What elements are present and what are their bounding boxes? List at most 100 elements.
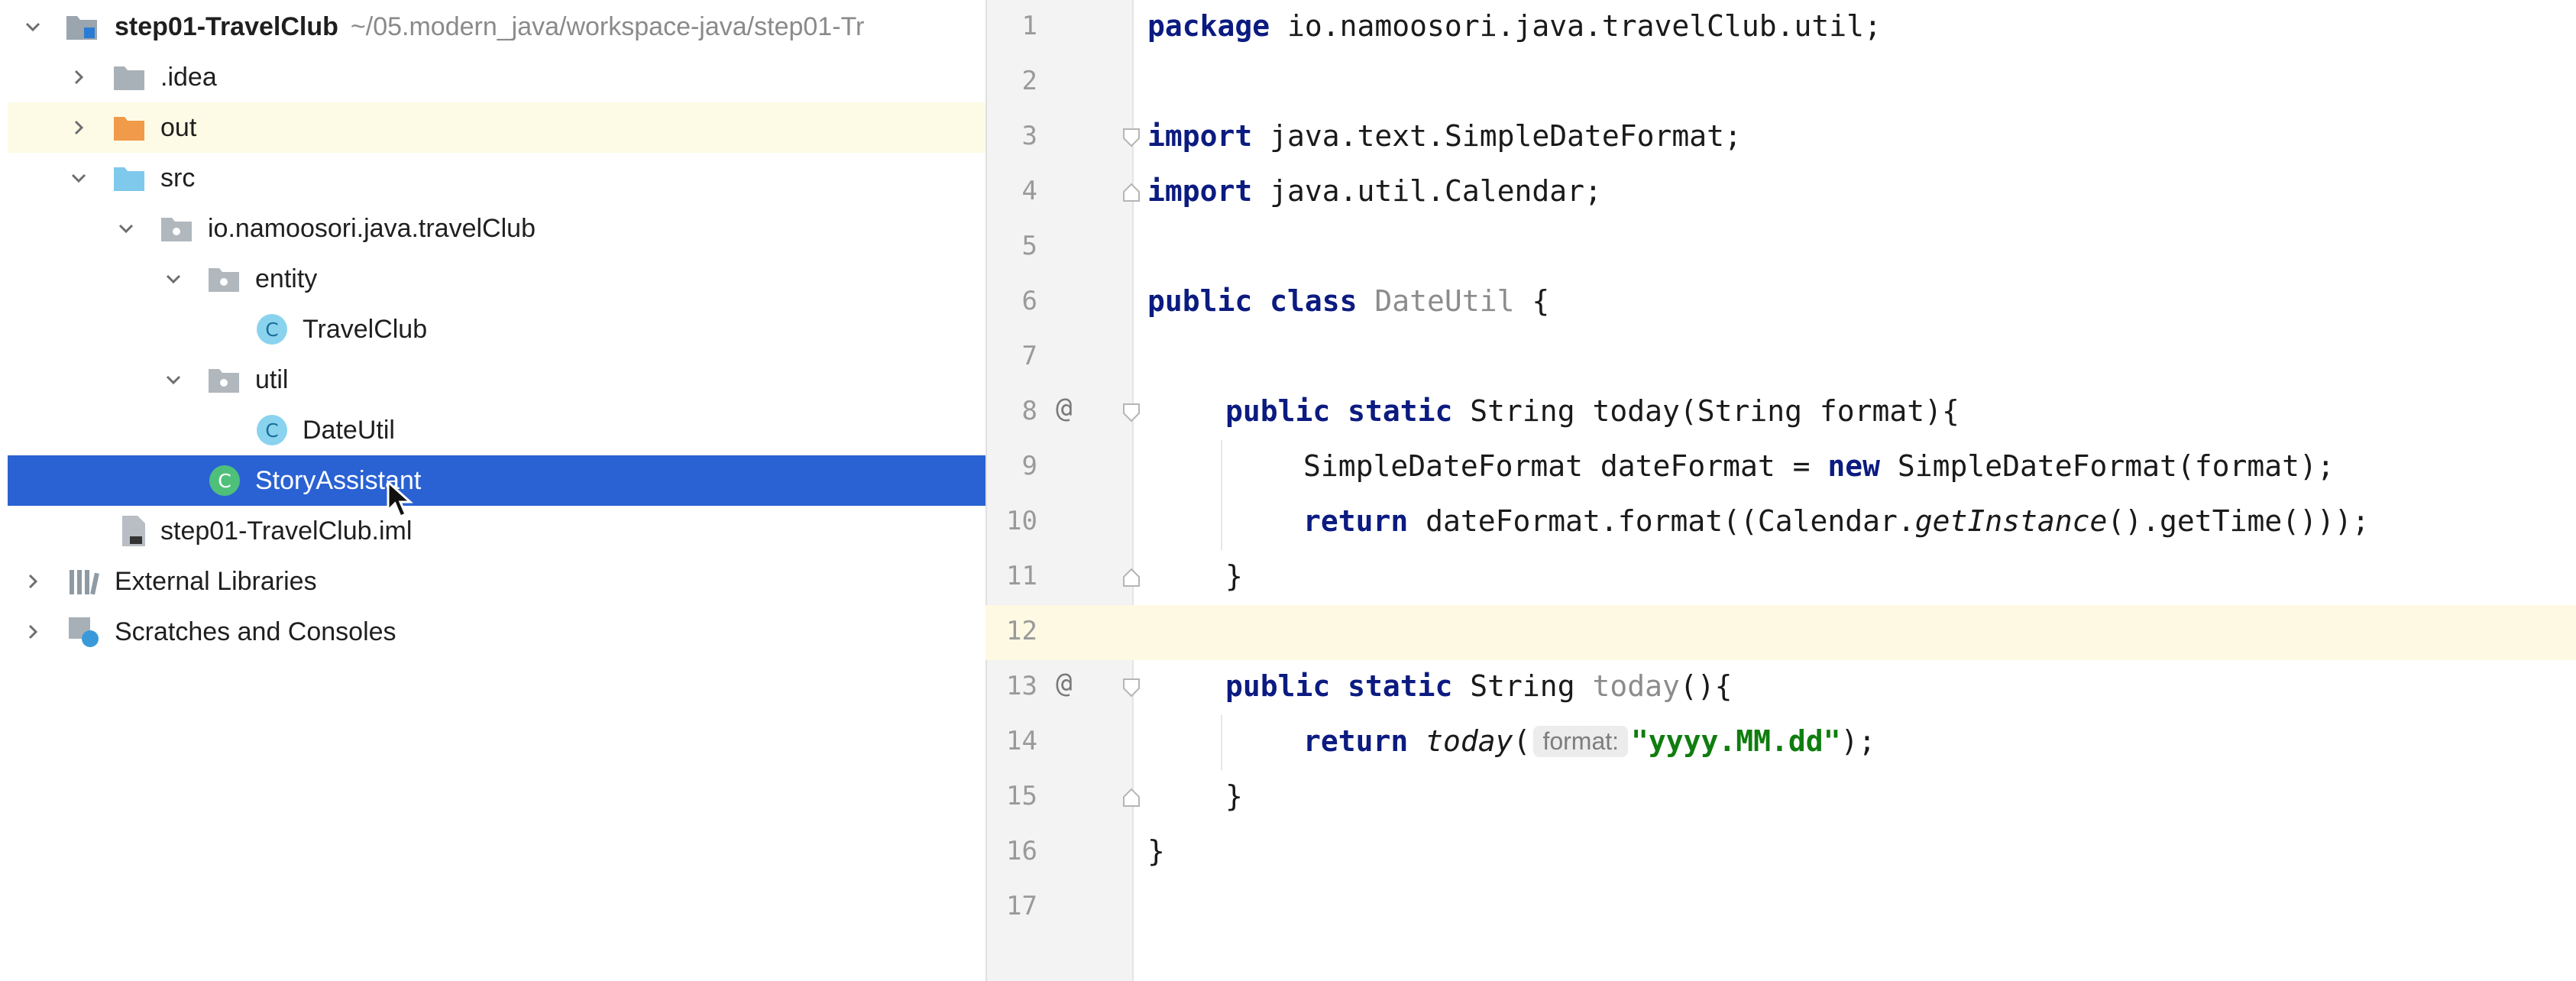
code-line-13[interactable]: 13 @ public static String today(){ (985, 660, 2576, 715)
line-number: 15 (1006, 781, 1037, 811)
fold-start-icon[interactable] (1121, 127, 1141, 148)
library-icon (66, 564, 101, 599)
package-icon (206, 261, 241, 296)
code-line-8[interactable]: 8 @ public static String today(String fo… (985, 385, 2576, 440)
code-text: import java.util.Calendar; (1147, 174, 1602, 208)
line-number: 6 (1021, 286, 1037, 316)
scratches-icon (66, 614, 101, 649)
tree-item-label: util (255, 364, 289, 394)
fold-start-icon[interactable] (1121, 402, 1141, 423)
tree-item-dateutil[interactable]: C DateUtil (8, 405, 985, 455)
line-number: 12 (1006, 616, 1037, 646)
line-number: 8 (1021, 396, 1037, 426)
tree-item-label: step01-TravelClub ~/05.modern_java/worksp… (115, 11, 865, 41)
java-class-icon: C (257, 415, 287, 445)
parameter-hint: format: (1533, 726, 1629, 757)
chevron-down-icon[interactable] (101, 203, 151, 254)
line-number: 7 (1021, 341, 1037, 371)
project-tree: step01-TravelClub ~/05.modern_java/worksp… (0, 0, 985, 981)
chevron-right-icon[interactable] (53, 52, 104, 102)
code-text: public static String today(){ (1225, 669, 1733, 703)
tree-item-storyassistant[interactable]: C StoryAssistant (8, 455, 985, 506)
code-line-9[interactable]: 9 SimpleDateFormat dateFormat = new Simp… (985, 440, 2576, 495)
code-text: return today(format: "yyyy.MM.dd"); (1303, 724, 1876, 758)
tree-item-idea[interactable]: .idea (8, 52, 985, 102)
tree-item-label: io.namoosori.java.travelClub (208, 213, 536, 243)
fold-end-icon[interactable] (1121, 182, 1141, 203)
tree-item-label: entity (255, 264, 318, 293)
java-class-icon: C (209, 465, 240, 496)
tree-item-out[interactable]: out (8, 102, 985, 153)
tree-item-scratches[interactable]: Scratches and Consoles (8, 607, 985, 657)
code-text: package io.namoosori.java.travelClub.uti… (1147, 9, 1882, 43)
tree-item-entity[interactable]: entity (8, 254, 985, 304)
fold-end-icon[interactable] (1121, 787, 1141, 808)
code-line-14[interactable]: 14 return today(format: "yyyy.MM.dd"); (985, 715, 2576, 770)
tree-item-label: Scratches and Consoles (115, 617, 396, 646)
tree-item-label: TravelClub (303, 314, 428, 344)
annotation-marker[interactable]: @ (1056, 668, 1073, 699)
folder-icon (112, 60, 147, 95)
line-number: 11 (1006, 561, 1037, 591)
chevron-down-icon[interactable] (8, 2, 58, 52)
source-folder-icon (112, 160, 147, 196)
tree-item-external-libraries[interactable]: External Libraries (8, 556, 985, 607)
tree-item-label: .idea (160, 62, 217, 92)
tree-item-label: out (160, 112, 197, 142)
code-line-11[interactable]: 11 } (985, 550, 2576, 605)
code-line-6[interactable]: 6 public class DateUtil { (985, 275, 2576, 330)
code-text: } (1225, 779, 1243, 813)
code-line-12[interactable]: 12 (985, 605, 2576, 660)
java-class-icon: C (257, 314, 287, 345)
tree-item-iml[interactable]: step01-TravelClub.iml (8, 506, 985, 556)
tree-item-label: src (160, 163, 196, 193)
tree-item-label: DateUtil (303, 415, 395, 445)
tree-item-travelclub[interactable]: C TravelClub (8, 304, 985, 355)
tree-item-package[interactable]: io.namoosori.java.travelClub (8, 203, 985, 254)
code-text: public static String today(String format… (1225, 394, 1960, 428)
code-text: } (1225, 559, 1243, 593)
tree-item-util[interactable]: util (8, 355, 985, 405)
code-line-15[interactable]: 15 } (985, 770, 2576, 825)
code-line-7[interactable]: 7 (985, 330, 2576, 385)
code-line-2[interactable]: 2 (985, 55, 2576, 110)
module-folder-icon (64, 9, 99, 44)
fold-end-icon[interactable] (1121, 567, 1141, 588)
line-number: 13 (1006, 671, 1037, 701)
package-icon (206, 362, 241, 397)
excluded-folder-icon (112, 110, 147, 145)
line-number: 17 (1006, 891, 1037, 921)
code-text: public class DateUtil { (1147, 284, 1550, 318)
code-text: SimpleDateFormat dateFormat = new Simple… (1303, 449, 2335, 483)
code-editor[interactable]: 1 package io.namoosori.java.travelClub.u… (985, 0, 2576, 981)
code-line-10[interactable]: 10 return dateFormat.format((Calendar.ge… (985, 495, 2576, 550)
code-line-5[interactable]: 5 (985, 220, 2576, 275)
fold-start-icon[interactable] (1121, 677, 1141, 698)
chevron-down-icon[interactable] (148, 355, 199, 405)
chevron-right-icon[interactable] (53, 102, 104, 153)
code-line-3[interactable]: 3 import java.text.SimpleDateFormat; (985, 110, 2576, 165)
line-number: 1 (1021, 11, 1037, 41)
code-text: import java.text.SimpleDateFormat; (1147, 119, 1742, 153)
tree-item-src[interactable]: src (8, 153, 985, 203)
line-number: 9 (1021, 451, 1037, 481)
mouse-pointer-icon (387, 480, 413, 518)
tree-item-label: step01-TravelClub.iml (160, 516, 413, 546)
line-number: 5 (1021, 231, 1037, 261)
code-line-4[interactable]: 4 import java.util.Calendar; (985, 165, 2576, 220)
chevron-right-icon[interactable] (8, 556, 58, 607)
code-text: return dateFormat.format((Calendar.getIn… (1303, 504, 2370, 538)
code-line-1[interactable]: 1 package io.namoosori.java.travelClub.u… (985, 0, 2576, 55)
chevron-down-icon[interactable] (148, 254, 199, 304)
tree-item-label: External Libraries (115, 566, 317, 596)
chevron-right-icon[interactable] (8, 607, 58, 657)
tree-item-root[interactable]: step01-TravelClub ~/05.modern_java/worksp… (8, 2, 985, 52)
code-line-17[interactable]: 17 (985, 880, 2576, 935)
annotation-marker[interactable]: @ (1056, 393, 1073, 424)
line-number: 16 (1006, 836, 1037, 866)
module-file-icon (116, 513, 151, 549)
code-line-16[interactable]: 16 } (985, 825, 2576, 880)
line-number: 10 (1006, 506, 1037, 536)
chevron-down-icon[interactable] (53, 153, 104, 203)
line-number: 4 (1021, 176, 1037, 206)
